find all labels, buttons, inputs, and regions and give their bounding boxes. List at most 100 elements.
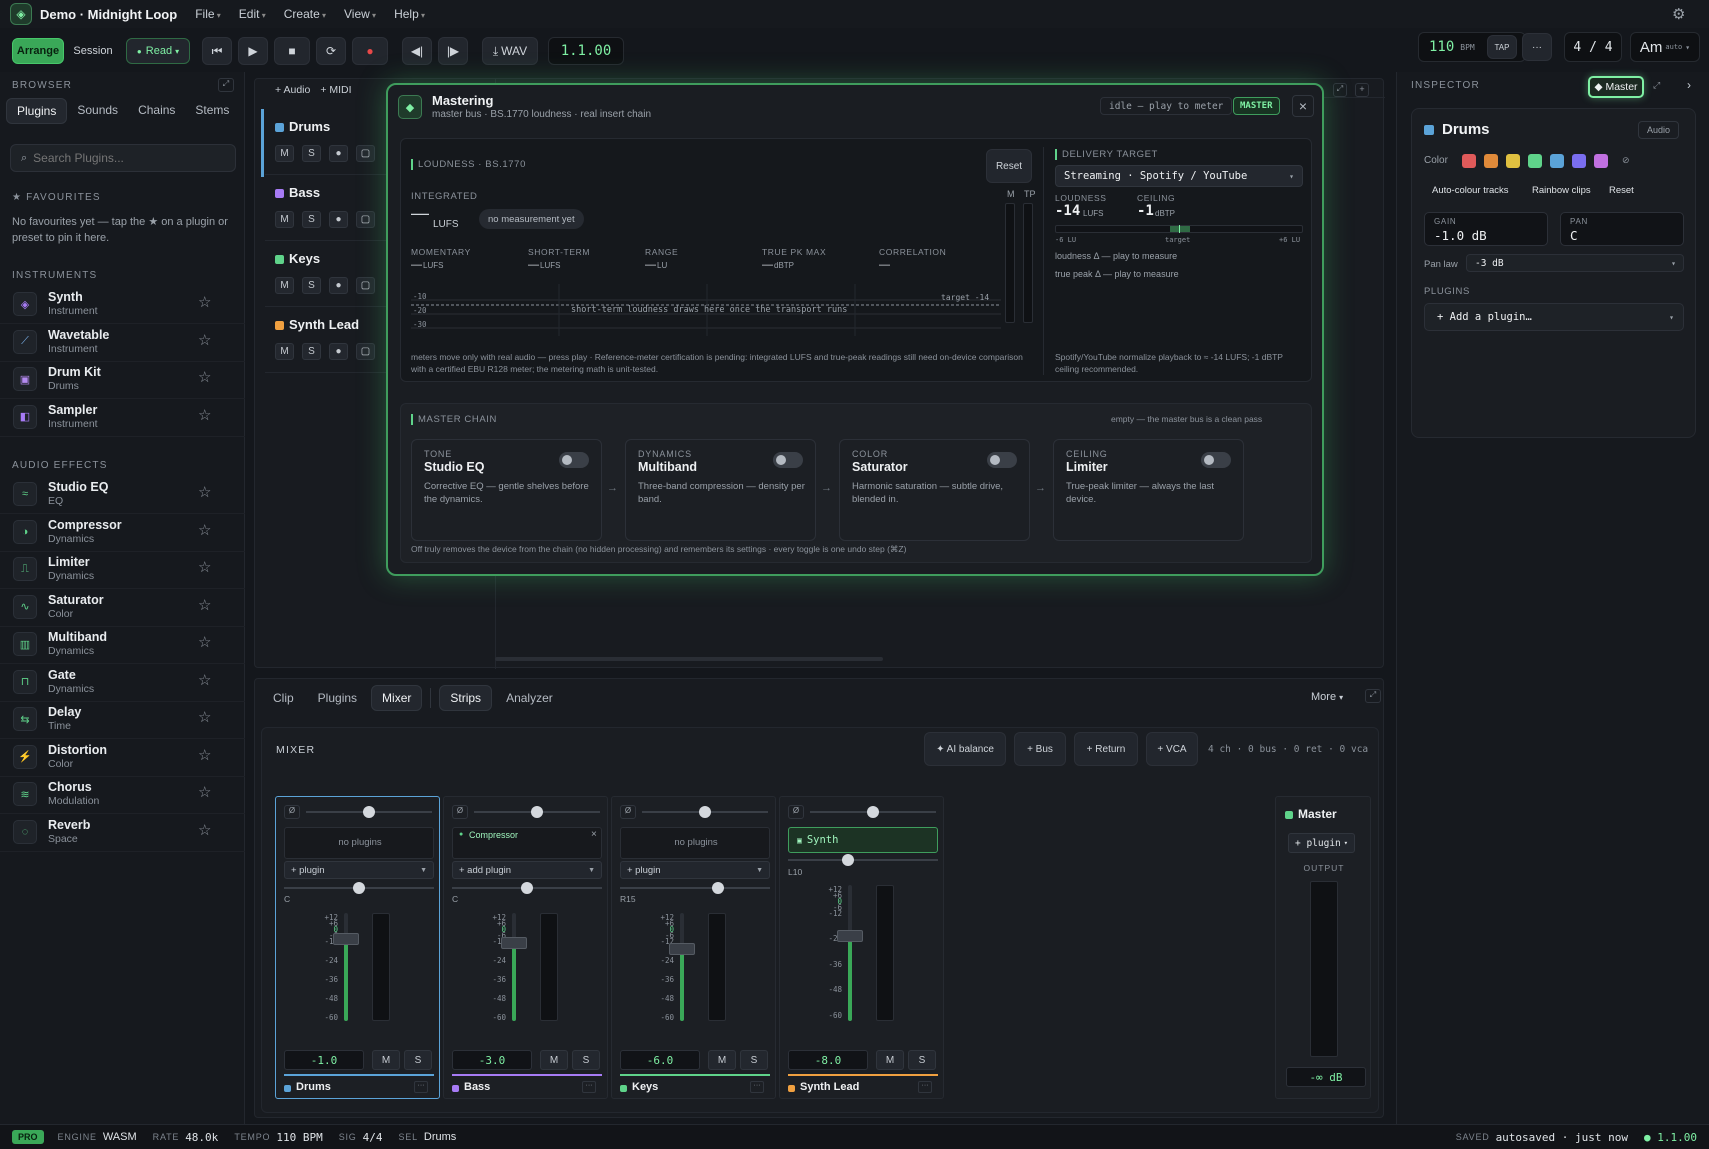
- menu-view[interactable]: View: [344, 7, 376, 21]
- record-arm-button[interactable]: ●: [329, 277, 348, 294]
- add-icon[interactable]: +: [1355, 83, 1369, 97]
- tab-sounds[interactable]: Sounds: [67, 98, 128, 124]
- tab-clip[interactable]: Clip: [263, 686, 304, 710]
- no-color-icon[interactable]: ⊘: [1622, 155, 1632, 167]
- tab-stems[interactable]: Stems: [185, 98, 239, 124]
- monitor-button[interactable]: ▢: [356, 277, 375, 294]
- phase-invert-button[interactable]: Ø: [284, 805, 300, 819]
- automation-read-button[interactable]: ● Read ▾: [126, 38, 190, 64]
- pan-field[interactable]: PAN C: [1560, 212, 1684, 246]
- favourite-star-icon[interactable]: ☆: [198, 708, 211, 726]
- send-slider-handle[interactable]: [363, 806, 375, 818]
- zoom-icon[interactable]: ⤢: [1333, 83, 1347, 97]
- close-button[interactable]: ×: [1292, 95, 1314, 117]
- fader-handle[interactable]: [669, 943, 695, 956]
- instrument-slot[interactable]: ▣ Synth: [788, 827, 938, 853]
- expand-icon[interactable]: ⤢: [1653, 80, 1660, 91]
- color-swatch[interactable]: [1572, 154, 1586, 168]
- stop-button[interactable]: ■: [274, 37, 310, 65]
- position-display[interactable]: 1.1.00: [548, 37, 624, 65]
- ai-balance-button[interactable]: ✦ AI balance: [924, 732, 1006, 766]
- plugin-slot[interactable]: no plugins: [284, 827, 434, 859]
- record-arm-button[interactable]: ●: [329, 343, 348, 360]
- strip-menu-icon[interactable]: ···: [918, 1081, 932, 1093]
- device-card-multiband[interactable]: DYNAMICS Multiband Three-band compression …: [625, 439, 816, 541]
- fader-handle[interactable]: [837, 929, 863, 942]
- favourite-star-icon[interactable]: ☆: [198, 596, 211, 614]
- master-output-value[interactable]: -∞ dB: [1286, 1067, 1366, 1087]
- favourite-star-icon[interactable]: ☆: [198, 633, 211, 651]
- volume-value[interactable]: -6.0: [620, 1050, 700, 1070]
- favourite-star-icon[interactable]: ☆: [198, 368, 211, 386]
- tab-plugins[interactable]: Plugins: [6, 98, 68, 124]
- mixer-strip-drums[interactable]: Øno plugins+ plugin▼C+12+60-6-12-24-36-4…: [275, 796, 440, 1099]
- add-plugin-button[interactable]: + add plugin ▼: [452, 861, 602, 879]
- color-swatch[interactable]: [1550, 154, 1564, 168]
- device-enable-toggle[interactable]: [987, 452, 1017, 468]
- mute-button[interactable]: M: [275, 211, 294, 228]
- tap-tempo-button[interactable]: TAP: [1487, 35, 1517, 59]
- favourite-star-icon[interactable]: ☆: [198, 746, 211, 764]
- volume-value[interactable]: -1.0: [284, 1050, 364, 1070]
- menu-create[interactable]: Create: [284, 7, 326, 21]
- solo-button[interactable]: S: [302, 277, 321, 294]
- mute-button[interactable]: M: [275, 145, 294, 162]
- mute-button[interactable]: M: [372, 1050, 400, 1070]
- mute-button[interactable]: M: [708, 1050, 736, 1070]
- plugin-item-sampler[interactable]: ◧ Sampler Instrument ☆: [0, 397, 245, 437]
- monitor-button[interactable]: ▢: [356, 343, 375, 360]
- arrange-view-button[interactable]: Arrange: [12, 38, 64, 64]
- favourite-star-icon[interactable]: ☆: [198, 671, 211, 689]
- color-swatch[interactable]: [1528, 154, 1542, 168]
- add-plugin-button[interactable]: + plugin ▼: [284, 861, 434, 879]
- menu-help[interactable]: Help: [394, 7, 425, 21]
- add-audio-track-button[interactable]: + Audio: [275, 84, 310, 96]
- plugin-item-compressor[interactable]: ◑ Compressor Dynamics ☆: [0, 512, 245, 552]
- plugin-item-delay[interactable]: ⇆ Delay Time ☆: [0, 699, 245, 739]
- settings-gear-icon[interactable]: ⚙: [1672, 5, 1685, 23]
- monitor-button[interactable]: ▢: [356, 211, 375, 228]
- solo-button[interactable]: S: [908, 1050, 936, 1070]
- send-slider-handle[interactable]: [867, 806, 879, 818]
- phase-invert-button[interactable]: Ø: [620, 805, 636, 819]
- delivery-target-select[interactable]: Streaming · Spotify / YouTube ▾: [1055, 165, 1303, 187]
- auto-colour-button[interactable]: Auto-colour tracks: [1432, 185, 1509, 196]
- search-box[interactable]: ⌕: [10, 144, 236, 172]
- phase-invert-button[interactable]: Ø: [788, 805, 804, 819]
- reset-color-button[interactable]: Reset: [1609, 185, 1634, 196]
- plugin-item-wavetable[interactable]: ⟋ Wavetable Instrument ☆: [0, 322, 245, 362]
- menu-edit[interactable]: Edit: [239, 7, 266, 21]
- mute-button[interactable]: M: [540, 1050, 568, 1070]
- device-enable-toggle[interactable]: [1201, 452, 1231, 468]
- mixer-strip-keys[interactable]: Øno plugins + plugin ▼ R15 +12 +6 0 -6 -12 -24 -36…: [611, 796, 776, 1099]
- pan-slider-handle[interactable]: [521, 882, 533, 894]
- color-swatch[interactable]: [1594, 154, 1608, 168]
- pan-law-select[interactable]: -3 dB ▾: [1466, 254, 1684, 272]
- prev-marker-button[interactable]: ◀|: [402, 37, 432, 65]
- go-to-start-button[interactable]: ⏮: [202, 37, 232, 65]
- record-arm-button[interactable]: ●: [329, 145, 348, 162]
- session-view-button[interactable]: Session: [64, 38, 122, 64]
- tab-strips[interactable]: Strips: [439, 685, 493, 711]
- pan-slider-handle[interactable]: [353, 882, 365, 894]
- favourite-star-icon[interactable]: ☆: [198, 821, 211, 839]
- tempo-more-button[interactable]: ···: [1522, 33, 1552, 61]
- reset-button[interactable]: Reset: [986, 149, 1032, 183]
- master-add-plugin-button[interactable]: + plugin ▾: [1288, 833, 1355, 853]
- phase-invert-button[interactable]: Ø: [452, 805, 468, 819]
- solo-button[interactable]: S: [302, 211, 321, 228]
- tab-analyzer[interactable]: Analyzer: [496, 686, 563, 710]
- mute-button[interactable]: M: [876, 1050, 904, 1070]
- plugin-item-distortion[interactable]: ⚡ Distortion Color ☆: [0, 737, 245, 777]
- favourite-star-icon[interactable]: ☆: [198, 483, 211, 501]
- mixer-strip-bass[interactable]: Ø ● Compressor × + add plugin ▼ C +12 +6 0 -6 -12 -2…: [443, 796, 608, 1099]
- add-plugin-button[interactable]: + plugin ▼: [620, 861, 770, 879]
- tab-mixer[interactable]: Mixer: [371, 685, 423, 711]
- favourite-star-icon[interactable]: ☆: [198, 406, 211, 424]
- add-midi-track-button[interactable]: + MIDI: [320, 84, 351, 96]
- next-marker-button[interactable]: |▶: [438, 37, 468, 65]
- record-button[interactable]: ●: [352, 37, 388, 65]
- device-enable-toggle[interactable]: [773, 452, 803, 468]
- chevron-right-icon[interactable]: ›: [1687, 78, 1691, 92]
- device-card-limiter[interactable]: CEILING Limiter True-peak limiter — always…: [1053, 439, 1244, 541]
